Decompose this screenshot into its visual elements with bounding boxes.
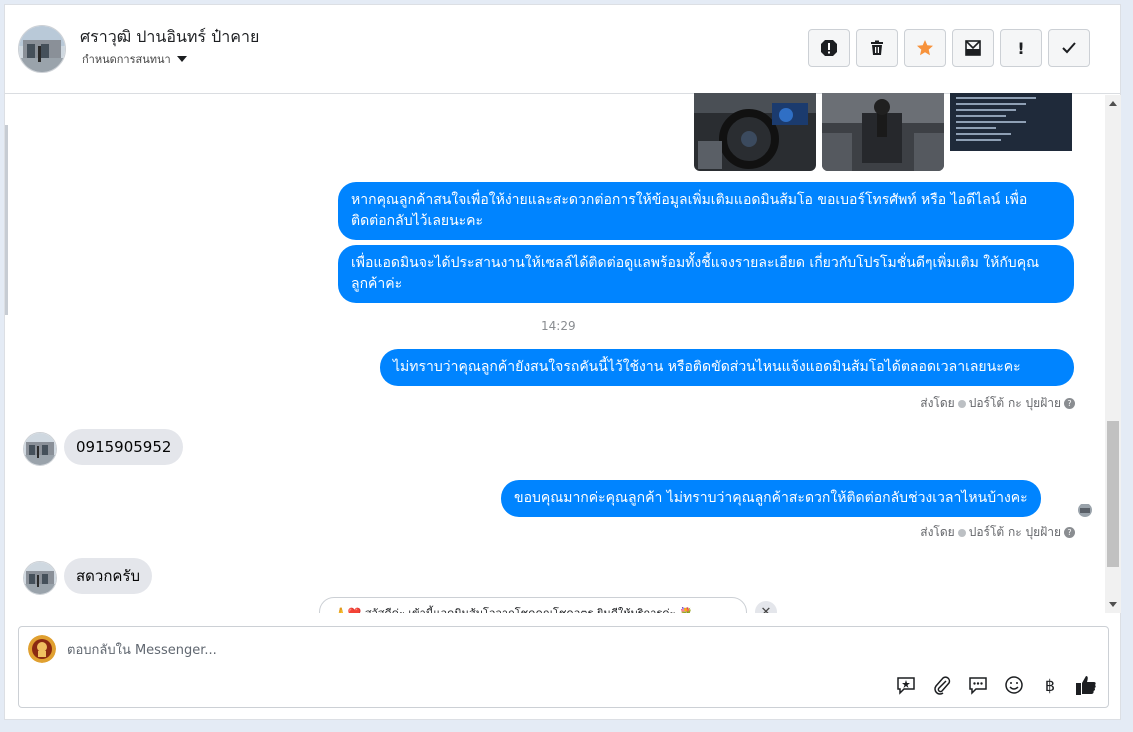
chat-bubble-icon (969, 677, 987, 695)
outgoing-message[interactable]: ไม่ทราบว่าคุณลูกค้ายังสนใจรถคันนี้ไว้ใช้… (380, 349, 1074, 386)
help-icon[interactable]: ? (1064, 398, 1075, 409)
like-button[interactable] (1074, 673, 1098, 697)
paperclip-icon (934, 676, 951, 695)
payment-button[interactable]: ฿ (1038, 673, 1062, 697)
delete-button[interactable] (856, 29, 898, 67)
check-icon (1062, 42, 1076, 54)
smiley-icon (1005, 676, 1023, 694)
sent-by-label: ส่งโดย (920, 396, 955, 410)
star-button[interactable] (904, 29, 946, 67)
thumbs-up-icon (1076, 676, 1096, 695)
outgoing-message[interactable]: หากคุณลูกค้าสนใจเพื่อให้ง่ายและสะดวกต่อก… (338, 182, 1074, 240)
chevron-down-icon (176, 56, 187, 62)
baht-icon: ฿ (1044, 675, 1056, 695)
verified-icon (957, 528, 966, 537)
scroll-thumb[interactable] (1107, 421, 1119, 567)
composer-tools: ฿ (894, 673, 1098, 697)
scroll-down-arrow-icon[interactable] (1109, 602, 1117, 607)
photo-attachment-gearshift[interactable] (822, 93, 944, 171)
sent-by-info: ส่งโดย ปอร์โต้ กะ ปุยฝ้าย ? (920, 523, 1075, 542)
mark-unread-button[interactable] (952, 29, 994, 67)
page-avatar (28, 635, 56, 663)
message-scrollbar[interactable] (1105, 95, 1121, 613)
incoming-message[interactable]: สดวกครับ (64, 558, 153, 594)
reply-input[interactable] (65, 637, 769, 663)
sent-by-label: ส่งโดย (920, 525, 955, 539)
outgoing-message[interactable]: ขอบคุณมากค่ะคุณลูกค้า ไม่ทราบว่าคุณลูกค้… (501, 480, 1041, 517)
sender-name: ปอร์โต้ กะ ปุยฝ้าย (968, 396, 1061, 410)
spam-button[interactable] (808, 29, 850, 67)
attach-button[interactable] (930, 673, 954, 697)
scroll-up-arrow-icon[interactable] (1109, 101, 1117, 106)
close-icon[interactable]: ✕ (755, 601, 777, 613)
contact-name[interactable]: ศราวุฒิ ปานอินทร์ ป๋าคาย (80, 25, 259, 50)
alert-octagon-icon (821, 40, 837, 56)
sent-by-info: ส่งโดย ปอร์โต้ กะ ปุยฝ้าย ? (920, 394, 1075, 413)
contact-avatar-small[interactable] (23, 561, 57, 595)
help-icon[interactable]: ? (1064, 527, 1075, 538)
saved-reply-button[interactable] (894, 673, 918, 697)
photo-attachment-spec-sheet[interactable] (950, 93, 1072, 171)
star-icon (917, 40, 933, 56)
contact-avatar[interactable] (18, 25, 66, 73)
emoji-button[interactable] (1002, 673, 1026, 697)
chat-star-icon (897, 677, 915, 695)
follow-up-button[interactable]: ! (1000, 29, 1042, 67)
done-button[interactable] (1048, 29, 1090, 67)
conversation-header: ศราวุฒิ ปานอินทร์ ป๋าคาย กำหนดการสนทนา ! (5, 5, 1120, 94)
exclamation-icon: ! (1017, 38, 1025, 58)
envelope-icon (965, 40, 981, 56)
greeting-suggestion-chip[interactable]: 🙏❤️ สวัสดีค่ะ เข้านี้แอดมินส้มโอจากโชคคู… (319, 597, 747, 613)
sender-name: ปอร์โต้ กะ ปุยฝ้าย (968, 525, 1061, 539)
photo-attachment-dashboard[interactable] (694, 93, 816, 171)
verified-icon (957, 399, 966, 408)
assign-conversation-dropdown[interactable]: กำหนดการสนทนา (82, 50, 187, 68)
contact-avatar-small[interactable] (23, 432, 57, 466)
message-list[interactable]: หากคุณลูกค้าสนใจเพื่อให้ง่ายและสะดวกต่อก… (5, 93, 1105, 613)
quick-reply-button[interactable] (966, 673, 990, 697)
reply-composer: ฿ (18, 626, 1109, 708)
incoming-message[interactable]: 0915905952 (64, 429, 184, 465)
seen-avatar (1078, 503, 1092, 517)
header-actions: ! (808, 29, 1090, 67)
conversation-panel: ศราวุฒิ ปานอินทร์ ป๋าคาย กำหนดการสนทนา !… (4, 4, 1121, 720)
message-timestamp: 14:29 (541, 319, 576, 333)
assign-label: กำหนดการสนทนา (82, 53, 171, 66)
trash-icon (871, 40, 883, 55)
outgoing-message[interactable]: เพื่อแอดมินจะได้ประสานงานให้เซลล์ได้ติดต… (338, 245, 1074, 303)
